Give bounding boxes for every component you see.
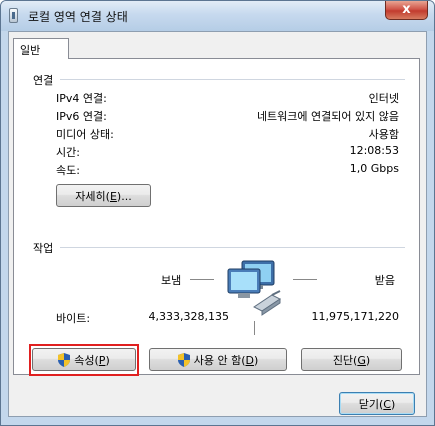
bytes-sent-value: 4,333,328,135 [148, 310, 229, 323]
diagnose-accel: G [357, 353, 366, 367]
diagnose-label: 진단( [332, 353, 358, 367]
received-line [293, 279, 317, 280]
network-activity-icon [224, 259, 286, 317]
disable-button[interactable]: 사용 안 함(D) [149, 348, 287, 371]
properties-tail: ) [105, 353, 110, 367]
received-label: 받음 [374, 274, 395, 287]
window-title: 로컬 영역 연결 상태 [28, 10, 128, 24]
diagnose-button[interactable]: 진단(G) [301, 348, 402, 371]
diagnose-tail: ) [365, 353, 371, 367]
connection-heading: 연결 [33, 74, 54, 87]
close-label: 닫기( [358, 397, 384, 411]
details-button-accel: E [109, 189, 117, 203]
details-button-tail: )... [116, 189, 132, 203]
close-accel: C [383, 397, 391, 411]
media-state-value: 사용함 [368, 128, 399, 141]
close-button[interactable]: 닫기(C) [339, 392, 415, 415]
uac-shield-icon [177, 352, 190, 367]
disable-accel: D [245, 353, 254, 367]
ipv4-label: IPv4 연결: [56, 92, 107, 105]
details-button-label: 자세히( [75, 189, 110, 203]
activity-heading: 작업 [33, 242, 54, 255]
dialog-client-area: 일반 연결 IPv4 연결: 인터넷 IPv6 연결: 네트워크에 연결되어 있… [8, 31, 427, 417]
bytes-label: 바이트: [56, 312, 91, 325]
speed-label: 속도: [56, 164, 80, 177]
title-bar[interactable]: 로컬 영역 연결 상태 x [1, 1, 434, 31]
sent-label: 보냄 [161, 274, 182, 287]
bytes-received-value: 11,975,171,220 [311, 310, 399, 323]
activity-connector [254, 321, 255, 335]
ipv4-value: 인터넷 [368, 92, 399, 105]
ipv6-value: 네트워크에 연결되어 있지 않음 [256, 110, 399, 123]
disable-tail: ) [253, 353, 259, 367]
tab-general[interactable]: 일반 [13, 38, 69, 59]
properties-button[interactable]: 속성(P) [32, 348, 136, 371]
close-tail: ) [390, 397, 396, 411]
connection-divider [60, 79, 405, 80]
properties-label: 속성( [74, 353, 99, 367]
ipv6-label: IPv6 연결: [56, 110, 107, 123]
speed-value: 1,0 Gbps [349, 162, 399, 175]
close-window-button[interactable]: x [385, 1, 428, 20]
sent-line [190, 279, 214, 280]
media-state-label: 미디어 상태: [56, 128, 114, 141]
uac-shield-icon [58, 352, 71, 367]
details-button[interactable]: 자세히(E)... [56, 184, 151, 207]
duration-label: 시간: [56, 146, 80, 159]
duration-value: 12:08:53 [349, 144, 399, 157]
disable-label: 사용 안 함( [193, 353, 246, 367]
activity-divider [60, 247, 405, 248]
tab-panel-general: 연결 IPv4 연결: 인터넷 IPv6 연결: 네트워크에 연결되어 있지 않… [13, 58, 420, 375]
dialog-window: 로컬 영역 연결 상태 x 일반 연결 IPv4 연결: 인터넷 IPv6 연결… [0, 0, 435, 426]
network-adapter-icon [9, 8, 18, 23]
